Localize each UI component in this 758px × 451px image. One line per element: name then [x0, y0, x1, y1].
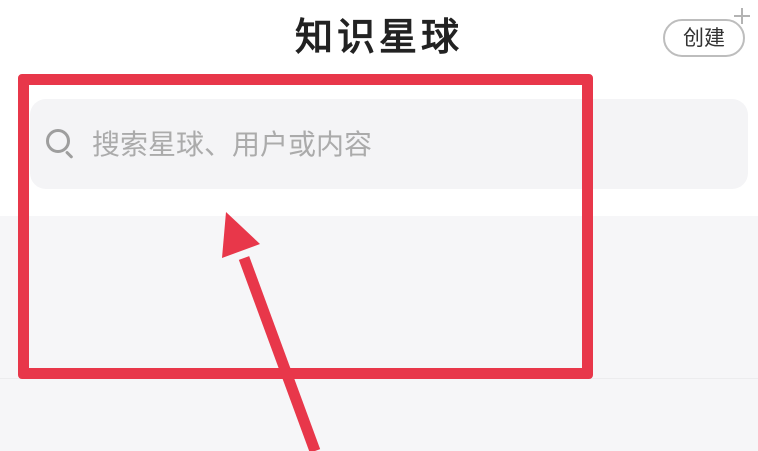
content-area — [0, 216, 758, 451]
search-placeholder: 搜索星球、用户或内容 — [92, 128, 373, 161]
screen: 知识星球 创建 搜索星球、用户或内容 — [0, 0, 758, 451]
plus-icon[interactable] — [734, 8, 750, 24]
search-input[interactable]: 搜索星球、用户或内容 — [30, 99, 748, 189]
page-title: 知识星球 — [294, 15, 463, 59]
divider — [0, 378, 758, 379]
top-header: 知识星球 创建 — [0, 0, 758, 84]
search-icon — [46, 129, 76, 159]
create-button[interactable]: 创建 — [663, 19, 745, 57]
